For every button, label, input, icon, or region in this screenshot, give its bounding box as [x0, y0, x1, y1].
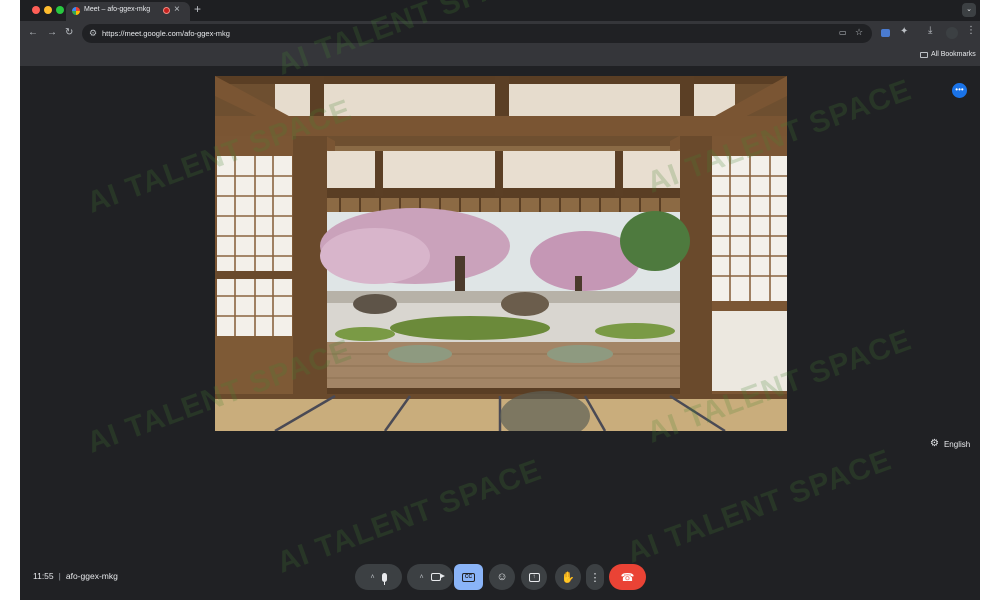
reactions-button[interactable]: ☺ [489, 564, 515, 590]
present-button[interactable]: ↑ [521, 564, 547, 590]
camera-icon [430, 573, 445, 581]
settings-gear-icon: ⚙ [930, 438, 939, 449]
back-arrow-icon[interactable]: ← [28, 27, 38, 39]
zoom-window-button[interactable] [56, 6, 64, 14]
minimize-window-button[interactable] [44, 6, 52, 14]
virtual-background-image [215, 76, 787, 431]
new-tab-button[interactable]: + [194, 2, 201, 16]
tab-close-icon[interactable]: × [174, 4, 180, 16]
tab-meet[interactable]: Meet – afo-ggex-mkg × [66, 2, 190, 21]
hand-icon: ✋ [561, 571, 575, 584]
more-vert-icon: ⋮ [589, 571, 601, 584]
forward-arrow-icon[interactable]: → [47, 27, 57, 39]
emoji-icon: ☺ [496, 571, 508, 583]
caption-language-label: English [943, 439, 971, 449]
mic-icon [381, 572, 387, 585]
more-options-icon[interactable]: ••• [952, 83, 967, 98]
download-icon[interactable]: ⤓ [928, 25, 932, 36]
extensions-puzzle-icon[interactable]: ✦ [900, 26, 908, 37]
extension-icon[interactable] [881, 29, 890, 37]
url-text[interactable]: https://meet.google.com/afo-ggex-mkg [102, 29, 230, 38]
tab-title: Meet – afo-ggex-mkg [84, 6, 151, 13]
reload-icon[interactable]: ↻ [65, 27, 73, 39]
tab-search-button[interactable]: ⌄ [962, 3, 976, 17]
call-controls-bar: ˄ ˄ CC ☺ ↑ ✋ ⋮ ☎ [20, 564, 980, 592]
site-info-icon[interactable]: ⚙ [89, 28, 97, 38]
captions-icon: CC [462, 572, 475, 582]
captions-button[interactable]: CC [454, 564, 483, 590]
caption-language-selector[interactable]: ⚙ English [930, 439, 970, 449]
camera-button[interactable]: ˄ [407, 564, 453, 590]
recording-indicator-icon [163, 7, 170, 14]
mic-button[interactable]: ˄ [355, 564, 402, 590]
present-screen-icon: ↑ [528, 572, 540, 582]
address-bar[interactable]: ⚙ https://meet.google.com/afo-ggex-mkg ▭… [82, 24, 872, 43]
folder-icon [920, 52, 928, 58]
bookmark-star-icon[interactable]: ☆ [855, 27, 863, 38]
browser-toolbar: ← → ↻ ⚙ https://meet.google.com/afo-ggex… [20, 21, 980, 46]
close-window-button[interactable] [32, 6, 40, 14]
video-options-chevron-icon[interactable]: ˄ [419, 574, 423, 581]
chrome-favicon-icon [72, 7, 80, 15]
bookmarks-bar: All Bookmarks [20, 46, 980, 66]
browser-window: Meet – afo-ggex-mkg × + ⌄ ← → ↻ ⚙ https:… [20, 0, 980, 600]
browser-menu-icon[interactable]: ⋮ [966, 25, 976, 36]
profile-avatar-icon[interactable] [946, 27, 958, 39]
meeting-stage: ••• ⚙ English 11:55 | afo-ggex-mkg ˄ ˄ CC … [20, 66, 980, 600]
end-call-icon: ☎ [620, 571, 635, 584]
leave-call-button[interactable]: ☎ [609, 564, 646, 590]
video-tile [215, 76, 787, 431]
all-bookmarks-link[interactable]: All Bookmarks [931, 51, 976, 58]
tab-strip: Meet – afo-ggex-mkg × + ⌄ [20, 0, 980, 21]
more-options-button[interactable]: ⋮ [586, 564, 604, 590]
cast-icon[interactable]: ▭ [839, 28, 847, 37]
audio-options-chevron-icon[interactable]: ˄ [370, 574, 374, 581]
raise-hand-button[interactable]: ✋ [555, 564, 581, 590]
